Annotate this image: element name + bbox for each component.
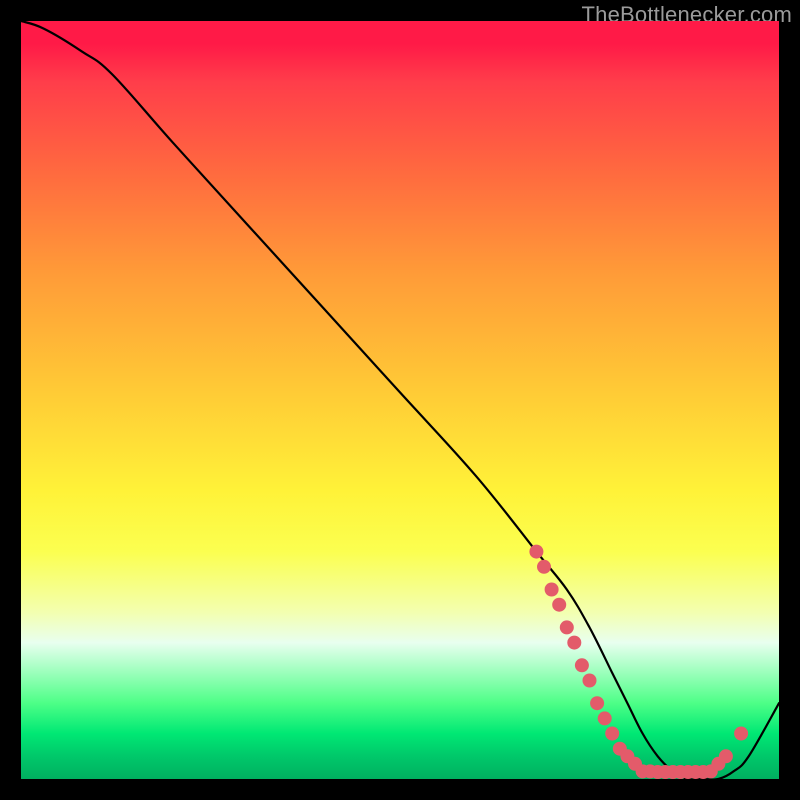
curve-marker [529,545,543,559]
chart-svg [21,21,779,779]
chart-plot-area [21,21,779,779]
curve-marker [598,711,612,725]
curve-marker [537,560,551,574]
chart-stage: TheBottlenecker.com [0,0,800,800]
curve-marker [590,696,604,710]
curve-marker [552,598,566,612]
curve-marker [567,636,581,650]
curve-marker [545,583,559,597]
curve-marker [560,620,574,634]
curve-marker [583,674,597,688]
curve-marker [734,727,748,741]
curve-markers [529,545,748,779]
curve-marker [719,749,733,763]
curve-marker [605,727,619,741]
bottleneck-curve [21,21,779,780]
curve-marker [575,658,589,672]
